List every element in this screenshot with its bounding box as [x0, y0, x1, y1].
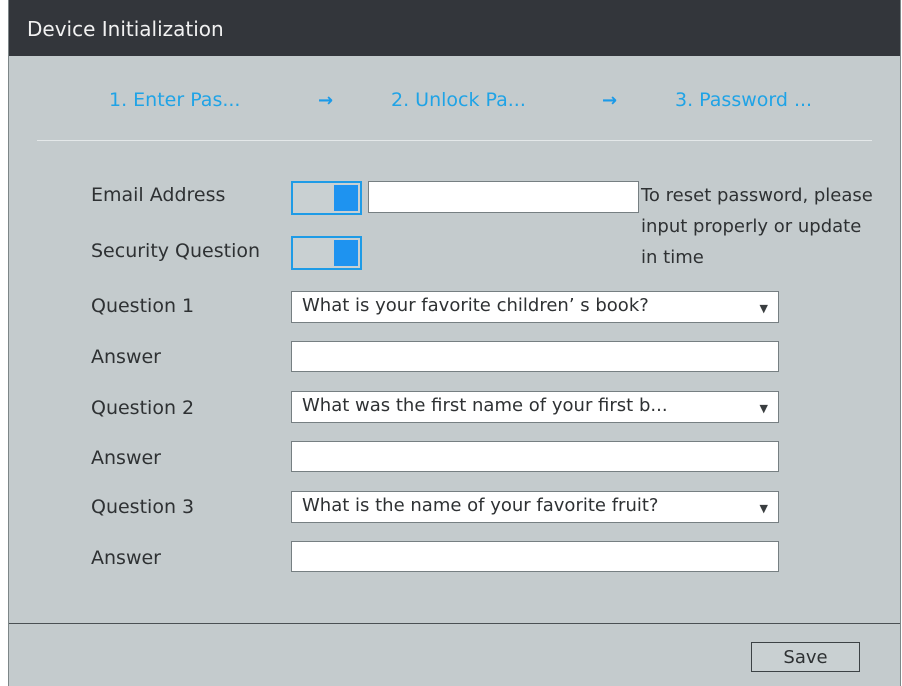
- divider: [37, 140, 872, 141]
- device-initialization-window: Device Initialization 1. Enter Pas... → …: [8, 0, 901, 686]
- toggle-knob: [334, 240, 358, 266]
- step-password-protection: 3. Password ...: [675, 89, 813, 111]
- question-2-select[interactable]: What was the first name of your first b.…: [291, 391, 779, 423]
- wizard-steps: 1. Enter Pas... → 2. Unlock Pa... → 3. P…: [9, 80, 900, 120]
- toggle-knob: [334, 185, 358, 211]
- question-2-selected: What was the first name of your first b.…: [302, 395, 668, 416]
- answer-2-field[interactable]: [291, 441, 779, 472]
- answer-3-field[interactable]: [291, 541, 779, 572]
- dropdown-caret-icon: ▼: [759, 302, 768, 315]
- answer-2-label: Answer: [91, 447, 161, 469]
- window-title: Device Initialization: [27, 17, 224, 41]
- dropdown-caret-icon: ▼: [759, 502, 768, 515]
- email-label: Email Address: [91, 184, 226, 206]
- question-2-label: Question 2: [91, 397, 195, 419]
- question-1-label: Question 1: [91, 295, 195, 317]
- question-3-label: Question 3: [91, 496, 195, 518]
- question-3-selected: What is the name of your favorite fruit?: [302, 495, 659, 516]
- save-button[interactable]: Save: [751, 642, 860, 672]
- reset-password-hint: To reset password, please input properly…: [641, 185, 873, 268]
- question-1-select[interactable]: What is your favorite children’ s book? …: [291, 291, 779, 323]
- footer-divider: [9, 623, 900, 624]
- email-toggle[interactable]: [291, 181, 362, 215]
- question-3-select[interactable]: What is the name of your favorite fruit?…: [291, 491, 779, 523]
- window-title-bar: Device Initialization: [9, 0, 900, 56]
- arrow-right-icon: →: [602, 90, 618, 111]
- question-1-selected: What is your favorite children’ s book?: [302, 295, 649, 316]
- step-unlock-pattern: 2. Unlock Pa...: [391, 89, 526, 111]
- security-question-toggle[interactable]: [291, 236, 362, 270]
- arrow-right-icon: →: [318, 90, 334, 111]
- email-field[interactable]: [368, 181, 639, 213]
- dropdown-caret-icon: ▼: [759, 402, 768, 415]
- answer-1-field[interactable]: [291, 341, 779, 372]
- answer-1-label: Answer: [91, 346, 161, 368]
- step-enter-password: 1. Enter Pas...: [109, 89, 241, 111]
- security-question-label: Security Question: [91, 240, 261, 262]
- answer-3-label: Answer: [91, 547, 161, 569]
